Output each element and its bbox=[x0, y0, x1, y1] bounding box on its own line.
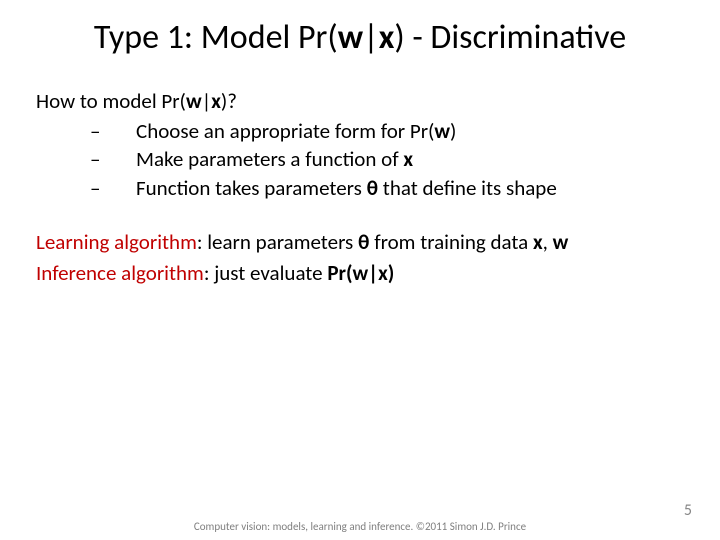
q-pre: How to model Pr( bbox=[36, 88, 186, 114]
learn-w: w bbox=[553, 229, 569, 255]
learning-line: Learning algorithm: learn parameters θ f… bbox=[36, 228, 684, 256]
b2-bold: θ bbox=[367, 175, 378, 201]
b2-post: that define its shape bbox=[378, 175, 557, 201]
title-w: w bbox=[338, 17, 363, 58]
slide-title: Type 1: Model Pr(w|x) - Discriminative bbox=[36, 18, 684, 59]
learn-x: x bbox=[533, 229, 543, 255]
list-item: – Make parameters a function of x bbox=[90, 145, 684, 173]
bullet-text: Choose an appropriate form for Pr(w) bbox=[136, 117, 456, 145]
b0-bold: w bbox=[434, 118, 450, 144]
inference-line: Inference algorithm: just evaluate Pr(w|… bbox=[36, 259, 684, 287]
page-number: 5 bbox=[684, 501, 692, 520]
question-line: How to model Pr(w|x)? bbox=[36, 87, 684, 115]
dash-icon: – bbox=[90, 117, 136, 145]
title-mid: | bbox=[363, 17, 379, 58]
footer-text: Computer vision: models, learning and in… bbox=[0, 520, 720, 533]
title-post: ) - Discriminative bbox=[394, 17, 626, 58]
b1-pre: Make parameters a function of bbox=[136, 146, 403, 172]
b2-pre: Function takes parameters bbox=[136, 175, 367, 201]
dash-icon: – bbox=[90, 174, 136, 202]
b0-pre: Choose an appropriate form for Pr( bbox=[136, 118, 434, 144]
list-item: – Function takes parameters θ that defin… bbox=[90, 174, 684, 202]
list-item: – Choose an appropriate form for Pr(w) bbox=[90, 117, 684, 145]
bullet-text: Function takes parameters θ that define … bbox=[136, 174, 557, 202]
b1-bold: x bbox=[403, 146, 413, 172]
b0-post: ) bbox=[450, 118, 456, 144]
slide-body: How to model Pr(w|x)? – Choose an approp… bbox=[36, 87, 684, 287]
bullet-list: – Choose an appropriate form for Pr(w) –… bbox=[90, 117, 684, 202]
infer-expr: Pr(w|x) bbox=[327, 260, 394, 286]
learn-mid: from training data bbox=[369, 229, 533, 255]
q-post: )? bbox=[221, 88, 237, 114]
q-x: x bbox=[211, 88, 221, 114]
infer-pre: : just evaluate bbox=[204, 260, 328, 286]
learn-pre: : learn parameters bbox=[197, 229, 358, 255]
q-mid: | bbox=[202, 88, 212, 114]
bullet-text: Make parameters a function of x bbox=[136, 145, 413, 173]
infer-label: Inference algorithm bbox=[36, 260, 204, 286]
learn-label: Learning algorithm bbox=[36, 229, 197, 255]
learn-theta: θ bbox=[358, 229, 369, 255]
dash-icon: – bbox=[90, 145, 136, 173]
learn-comma: , bbox=[543, 229, 553, 255]
title-x: x bbox=[379, 17, 395, 58]
title-pre: Type 1: Model Pr( bbox=[94, 17, 338, 58]
q-w: w bbox=[186, 88, 202, 114]
